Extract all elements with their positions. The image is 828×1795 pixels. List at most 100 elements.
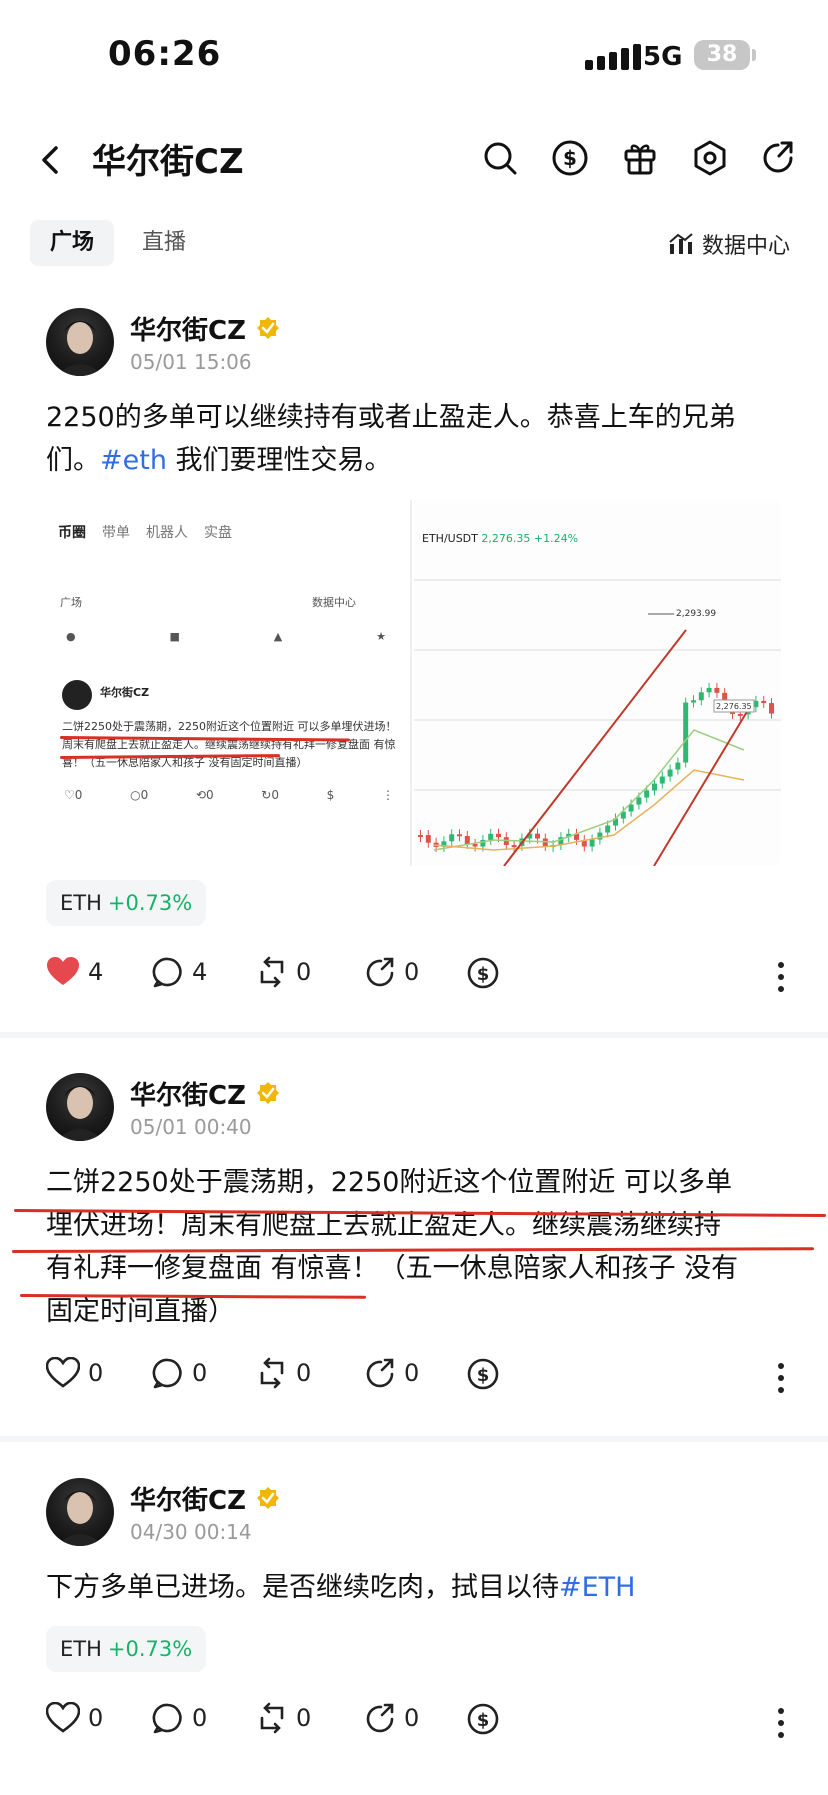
post-actions: 4 4 0 0 $ [46,956,786,1000]
hexagon-settings-icon[interactable] [690,138,730,178]
image-left-datacenter: 数据中心 [312,596,356,609]
repost-button[interactable]: 0 [256,1357,311,1389]
comment-button[interactable]: 0 [152,1702,207,1734]
hashtag-link[interactable]: #eth [100,445,167,476]
ticker-change: +0.73% [107,891,193,915]
post-text-line: 二饼2250处于震荡期，2250附近这个位置附近 可以多单 [46,1167,733,1198]
data-center-label: 数据中心 [702,234,791,259]
back-arrow-icon[interactable] [32,140,72,180]
chart-icon [669,233,693,254]
quote-count: 0 [404,958,420,986]
repost-count: 0 [296,1704,312,1732]
post-time: 05/01 15:06 [130,350,252,374]
gift-icon[interactable] [620,138,660,178]
like-button[interactable]: 0 [46,1357,103,1389]
candle-body [605,825,611,833]
comment-count: 4 [192,958,208,986]
hashtag-link[interactable]: #ETH [559,1572,635,1603]
search-icon[interactable] [480,138,520,178]
post-text: 2250的多单可以继续持有或者止盈走人。恭喜上车的兄弟们。#eth 我们要理性交… [46,396,786,482]
image-left-tabs: 币圈 带单 机器人 实盘 [58,525,232,541]
data-center-link[interactable]: 数据中心 [668,228,790,260]
author-name[interactable]: 华尔街CZ [130,310,246,347]
candle-body [706,687,712,693]
post-card: 华尔街CZ 05/01 00:40 二饼2250处于震荡期，2250附近这个位置… [0,1065,828,1435]
candle-body [652,783,657,791]
like-count: 0 [88,1704,104,1732]
candle-body [464,835,470,844]
dollar-coin-icon[interactable]: $ [550,138,590,178]
more-icon[interactable] [776,1706,786,1740]
post-text-tail: 我们要理性交易。 [166,445,392,476]
candle-body [698,692,704,701]
quote-count: 0 [404,1704,420,1732]
like-button[interactable]: 4 [46,956,103,988]
comment-button[interactable]: 0 [152,1357,207,1389]
comment-count: 0 [192,1359,208,1387]
candle-body [636,797,642,805]
candle-body [769,703,774,714]
post-divider [0,1436,828,1442]
tip-button[interactable]: $ [466,1357,500,1391]
post-time: 04/30 00:14 [130,1520,252,1544]
image-left-avatar [62,680,92,710]
tab-live[interactable]: 直播 [122,220,206,266]
candle-body [737,713,743,716]
quote-icon [366,957,394,987]
author-name[interactable]: 华尔街CZ [130,1480,246,1517]
tip-icon: $ [467,1358,499,1390]
repost-button[interactable]: 0 [256,956,311,988]
candle-body [449,834,455,842]
candle-body [714,687,720,693]
svg-text:$: $ [477,964,490,985]
post-text-line: 有礼拜一修复盘面 有惊喜！（五一休息陪家人和孩子 没有 [46,1253,739,1284]
image-right-chart: ETH/USDT 2,276.35 +1.24% 2,293.99 2,276.… [414,500,781,866]
candle-body [425,835,431,843]
post-image[interactable]: 币圈 带单 机器人 实盘 广场 数据中心 ● ■ ▲ ★ 华尔街CZ 二饼2250处于震荡期… [46,500,781,866]
ticker-chip[interactable]: ETH +0.73% [46,880,207,926]
repost-button[interactable]: 0 [256,1702,311,1734]
svg-text:$: $ [477,1365,490,1386]
post-divider [0,1032,828,1038]
heart-icon [46,1357,80,1388]
quote-button[interactable]: 0 [364,956,419,988]
more-icon[interactable] [776,960,786,994]
svg-text:$: $ [477,1710,490,1731]
share-icon[interactable] [758,138,798,178]
image-left-icons: ● ■ ▲ ★ [66,630,386,643]
ticker-change: +0.73% [107,1637,193,1661]
tip-button[interactable]: $ [466,1702,500,1736]
avatar[interactable] [46,1073,114,1141]
image-left-subtab: 广场 [60,596,82,609]
image-left-actions: ♡0 ○0 ⟲0 ↻0 $ ⋮ [64,788,394,802]
like-button[interactable]: 0 [46,1702,103,1734]
verified-badge-icon [257,1487,279,1509]
ticker-chip[interactable]: ETH +0.73% [46,1626,207,1672]
quote-button[interactable]: 0 [364,1357,419,1389]
post-actions: 0 0 0 0 $ [46,1357,786,1401]
candle-body [691,700,696,703]
svg-text:$: $ [563,146,577,170]
comment-button[interactable]: 4 [152,956,207,988]
quote-icon [366,1358,394,1388]
chart-high-label: 2,293.99 [676,609,716,619]
repost-icon [260,1702,284,1734]
image-left-author: 华尔街CZ [100,686,150,699]
more-icon[interactable] [776,1361,786,1395]
repost-count: 0 [296,958,312,986]
avatar[interactable] [46,308,114,376]
tip-button[interactable]: $ [466,956,500,990]
ticker-symbol: ETH [60,1637,102,1661]
ticker-symbol: ETH [60,891,102,915]
heart-icon [46,1702,80,1733]
quote-button[interactable]: 0 [364,1702,419,1734]
battery-icon: 38 [694,40,750,70]
avatar[interactable] [46,1478,114,1546]
comment-icon [152,1703,182,1734]
comment-icon [152,957,182,988]
author-name[interactable]: 华尔街CZ [130,1075,246,1112]
tab-plaza[interactable]: 广场 [30,220,115,266]
candle-body [496,833,501,838]
repost-icon [260,1357,284,1389]
like-count: 0 [88,1359,104,1387]
